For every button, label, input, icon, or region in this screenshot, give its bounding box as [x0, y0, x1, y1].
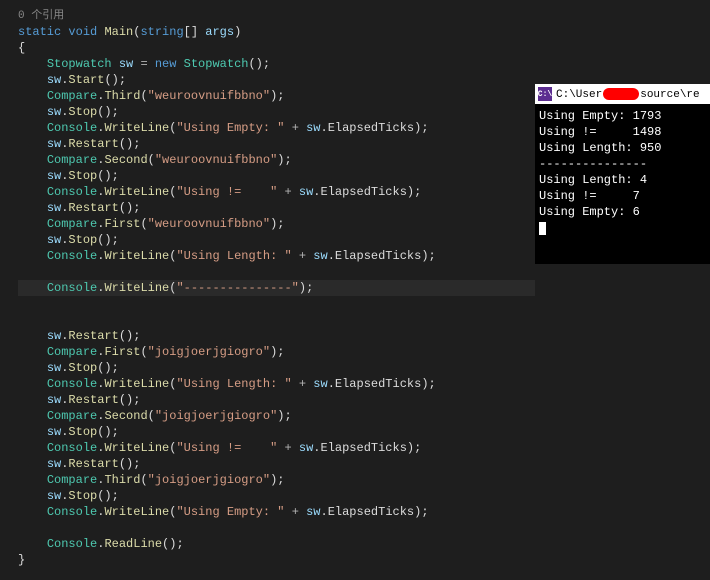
code-line: sw.Stop(); [18, 424, 535, 440]
code-line: Compare.First("weuroovnuifbbno"); [18, 216, 535, 232]
code-line: Console.WriteLine("Using Empty: " + sw.E… [18, 504, 535, 520]
code-line: sw.Restart(); [18, 456, 535, 472]
code-line [18, 312, 535, 328]
code-line: Stopwatch sw = new Stopwatch(); [18, 56, 535, 72]
code-line: sw.Stop(); [18, 360, 535, 376]
code-line: Console.WriteLine("Using Empty: " + sw.E… [18, 120, 535, 136]
reference-count: 0 个引用 [18, 8, 535, 24]
code-line: Console.ReadLine(); [18, 536, 535, 552]
code-line [18, 296, 535, 312]
console-window[interactable]: C:\ C:\Usersource\re Using Empty: 1793Us… [535, 84, 710, 264]
cursor-icon [539, 222, 546, 235]
code-line: Compare.Second("joigjoerjgiogro"); [18, 408, 535, 424]
code-line: { [18, 40, 535, 56]
console-output: Using Empty: 1793Using != 1498Using Leng… [535, 104, 710, 240]
redacted-region [603, 88, 639, 100]
code-line: Compare.First("joigjoerjgiogro"); [18, 344, 535, 360]
code-line: sw.Restart(); [18, 392, 535, 408]
code-line: sw.Stop(); [18, 168, 535, 184]
code-line: Console.WriteLine("Using != " + sw.Elaps… [18, 440, 535, 456]
code-line: Console.WriteLine("Using Length: " + sw.… [18, 376, 535, 392]
code-line: static void Main(string[] args) [18, 24, 535, 40]
code-line: sw.Stop(); [18, 104, 535, 120]
code-line [18, 264, 535, 280]
code-line: Compare.Second("weuroovnuifbbno"); [18, 152, 535, 168]
code-line: sw.Stop(); [18, 488, 535, 504]
code-line: sw.Restart(); [18, 200, 535, 216]
code-line: sw.Restart(); [18, 328, 535, 344]
code-line: sw.Start(); [18, 72, 535, 88]
console-titlebar[interactable]: C:\ C:\Usersource\re [535, 84, 710, 104]
code-line: sw.Restart(); [18, 136, 535, 152]
code-line: Compare.Third("weuroovnuifbbno"); [18, 88, 535, 104]
console-icon: C:\ [538, 87, 552, 101]
console-title-text: C:\Usersource\re [556, 88, 700, 101]
code-line: Console.WriteLine("Using Length: " + sw.… [18, 248, 535, 264]
code-editor[interactable]: 0 个引用 static void Main(string[] args) { … [0, 0, 535, 580]
code-line: } [18, 552, 535, 568]
code-line: Compare.Third("joigjoerjgiogro"); [18, 472, 535, 488]
code-line-active: Console.WriteLine("---------------"); [18, 280, 535, 296]
code-line [18, 520, 535, 536]
code-line: sw.Stop(); [18, 232, 535, 248]
code-line: Console.WriteLine("Using != " + sw.Elaps… [18, 184, 535, 200]
